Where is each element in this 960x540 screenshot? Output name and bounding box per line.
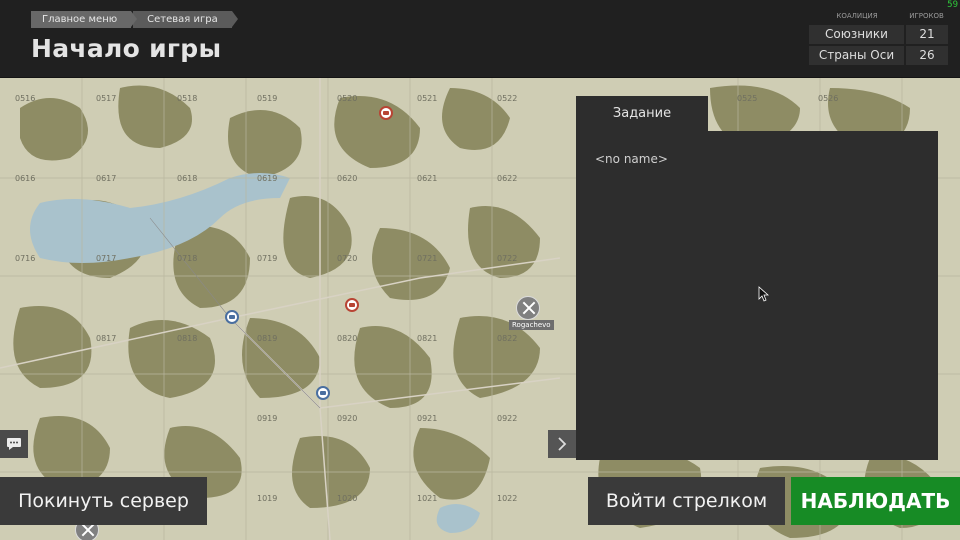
map-grid-label: 0620	[337, 174, 358, 183]
map-grid-label: 0520	[337, 94, 358, 103]
map-grid-label: 0720	[337, 254, 358, 263]
page-title: Начало игры	[31, 34, 222, 63]
map-grid-label: 0616	[15, 174, 36, 183]
map-grid-label: 0717	[96, 254, 117, 263]
map-grid-label: 0922	[497, 414, 518, 423]
leave-server-button[interactable]: Покинуть сервер	[0, 477, 207, 525]
map-grid-label: 0617	[96, 174, 117, 183]
coalition-row-allies: Союзники 21	[809, 25, 948, 44]
coalition-player-count: 21	[906, 25, 948, 44]
coalition-column-header: КОАЛИЦИЯ	[836, 12, 878, 20]
players-column-header: ИГРОКОВ	[909, 12, 944, 20]
enemy-unit-marker[interactable]	[379, 106, 393, 120]
friendly-unit-marker[interactable]	[316, 386, 330, 400]
map-grid-label: 0525	[737, 94, 758, 103]
map-grid-label: 0718	[177, 254, 198, 263]
map-grid-label: 0619	[257, 174, 278, 183]
task-panel: <no name>	[576, 131, 938, 460]
map-grid-label: 0522	[497, 94, 518, 103]
map-grid-label: 0919	[257, 414, 278, 423]
map-grid-label: 0618	[177, 174, 198, 183]
friendly-unit-marker[interactable]	[225, 310, 239, 324]
map-grid-label: 0817	[96, 334, 117, 343]
map-grid-label: 0818	[177, 334, 198, 343]
map-grid-label: 0519	[257, 94, 278, 103]
breadcrumb: Главное меню Сетевая игра	[31, 11, 238, 28]
map-grid-label: 1021	[417, 494, 438, 503]
map-grid-label: 1022	[497, 494, 518, 503]
coalition-name: Страны Оси	[809, 46, 904, 65]
breadcrumb-multiplayer[interactable]: Сетевая игра	[133, 11, 238, 28]
map-grid-label: 0521	[417, 94, 438, 103]
map-grid-label: 0518	[177, 94, 198, 103]
map-grid-label: 0822	[497, 334, 518, 343]
coalition-table: КОАЛИЦИЯ ИГРОКОВ Союзники 21 Страны Оси …	[809, 12, 948, 65]
map-grid-label: 0921	[417, 414, 438, 423]
map-grid-label: 0722	[497, 254, 518, 263]
map-grid-label: 1020	[337, 494, 358, 503]
map-grid-label: 0920	[337, 414, 358, 423]
map-grid-label: 0517	[96, 94, 117, 103]
map-grid-label: 0526	[818, 94, 839, 103]
join-as-gunner-button[interactable]: Войти стрелком	[588, 477, 785, 525]
map-grid-label: 0716	[15, 254, 36, 263]
task-text: <no name>	[595, 152, 668, 166]
map-grid-label: 0516	[15, 94, 36, 103]
map-grid-label: 0820	[337, 334, 358, 343]
chat-icon	[7, 438, 21, 450]
airfield-icon[interactable]	[516, 296, 540, 320]
breadcrumb-main-menu[interactable]: Главное меню	[31, 11, 138, 28]
coalition-name: Союзники	[809, 25, 904, 44]
map-grid-label: 0719	[257, 254, 278, 263]
tab-task[interactable]: Задание	[576, 96, 708, 131]
airfield-label: Rogachevo	[509, 320, 554, 330]
fps-counter: 59	[947, 0, 958, 10]
enemy-unit-marker[interactable]	[345, 298, 359, 312]
coalition-table-header: КОАЛИЦИЯ ИГРОКОВ	[809, 12, 948, 23]
map-grid-label: 0821	[417, 334, 438, 343]
coalition-player-count: 26	[906, 46, 948, 65]
top-bar: 59 Главное меню Сетевая игра Начало игры…	[0, 0, 960, 78]
panel-toggle-button[interactable]	[548, 430, 576, 458]
spectate-button[interactable]: НАБЛЮДАТЬ	[791, 477, 960, 525]
map-grid-label: 0819	[257, 334, 278, 343]
map-grid-label: 0621	[417, 174, 438, 183]
map-grid-label: 0622	[497, 174, 518, 183]
map-grid-label: 1019	[257, 494, 278, 503]
coalition-row-axis: Страны Оси 26	[809, 46, 948, 65]
mouse-cursor-icon	[758, 286, 769, 302]
chevron-right-icon	[558, 437, 567, 451]
map-grid-label: 0721	[417, 254, 438, 263]
chat-button[interactable]	[0, 430, 28, 458]
